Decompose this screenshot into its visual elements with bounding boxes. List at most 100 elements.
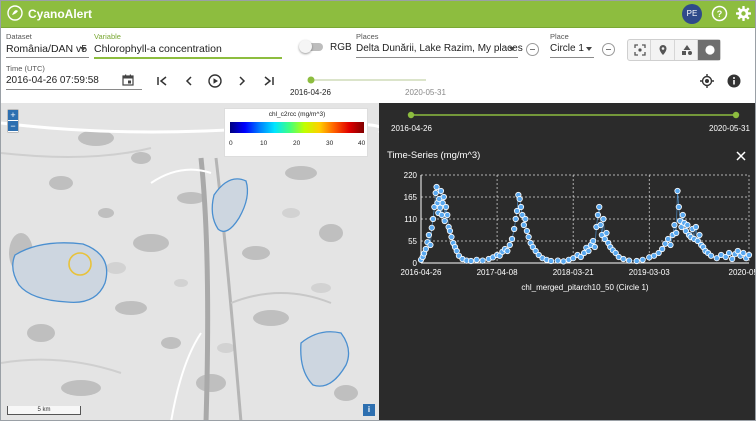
data-point <box>517 203 525 211</box>
color-legend: chl_c2rcc (mg/m^3) 0 10 20 30 40 <box>224 108 368 157</box>
data-point <box>696 231 703 239</box>
map-marker-icon <box>659 45 667 55</box>
data-point <box>560 258 567 265</box>
data-point <box>639 256 646 263</box>
mode-point-button[interactable] <box>651 40 675 60</box>
data-point <box>591 243 598 251</box>
variable-label: Variable <box>94 32 121 41</box>
calendar-icon[interactable] <box>122 74 134 86</box>
data-point <box>523 227 530 235</box>
panel-range-slider[interactable] <box>406 110 741 120</box>
data-point <box>441 217 448 225</box>
time-series-chart[interactable]: 0 55 110 165 220 2016-04-26 2017-04-08 2018-03-… <box>381 165 755 295</box>
y-tick-label: 0 <box>413 259 418 268</box>
crosshair-locate-icon[interactable] <box>700 74 714 88</box>
data-point <box>675 203 682 211</box>
zoom-control: + − <box>7 109 19 133</box>
data-point <box>659 245 666 253</box>
data-point <box>603 229 610 237</box>
data-point <box>740 249 747 257</box>
legend-tick: 30 <box>326 140 334 147</box>
data-point <box>707 252 715 259</box>
y-tick-label: 110 <box>404 215 417 224</box>
mode-select-button[interactable] <box>628 40 652 60</box>
zoom-in-button[interactable]: + <box>8 110 18 121</box>
zoom-out-button[interactable]: − <box>8 121 18 132</box>
rgb-toggle-knob[interactable] <box>299 40 312 53</box>
time-slider-end: 2020-05-31 <box>405 88 446 97</box>
variable-underline <box>94 57 282 59</box>
dataset-label: Dataset <box>6 32 32 41</box>
map-interaction-mode-group <box>627 39 721 61</box>
data-point <box>425 231 432 239</box>
step-forward-icon[interactable] <box>235 74 249 88</box>
play-icon[interactable] <box>208 74 222 88</box>
user-avatar[interactable]: PE <box>682 4 702 24</box>
time-series-title: Time-Series (mg/m^3) <box>387 150 481 161</box>
data-point <box>512 215 519 223</box>
data-point <box>432 189 439 197</box>
shapes-icon <box>681 45 692 55</box>
x-tick-label: 2020-05-31 <box>729 268 755 277</box>
places-select[interactable]: Delta Dunării, Lake Razim, My places <box>356 43 523 54</box>
skip-last-icon[interactable] <box>262 74 276 88</box>
data-point <box>745 251 753 259</box>
info-icon[interactable] <box>727 74 741 88</box>
data-point <box>442 203 450 211</box>
data-point <box>506 241 513 249</box>
dataset-chevron-down-icon[interactable] <box>80 47 86 51</box>
svg-text:?: ? <box>717 9 723 19</box>
time-underline <box>6 89 142 90</box>
y-tick-label: 165 <box>404 193 418 202</box>
close-icon[interactable] <box>736 151 746 161</box>
time-slider[interactable] <box>301 75 436 85</box>
legend-tick: 0 <box>229 140 233 147</box>
place-select[interactable]: Circle 1 <box>550 43 584 54</box>
data-point <box>620 255 627 263</box>
dataset-select[interactable]: România/DAN v5 <box>6 43 87 55</box>
data-point <box>547 257 555 265</box>
mode-polygon-button[interactable] <box>675 40 698 60</box>
select-region-icon <box>634 44 646 56</box>
time-input[interactable]: 2016-04-26 07:59:58 <box>6 75 99 86</box>
legend-title: chl_c2rcc (mg/m^3) <box>268 111 326 118</box>
data-point <box>473 256 480 263</box>
data-point <box>590 237 597 245</box>
y-tick-label: 220 <box>404 171 418 180</box>
map-scale-bar: 5 km <box>7 406 81 415</box>
map-info-button[interactable]: i <box>363 404 375 416</box>
place-label: Place <box>550 32 569 41</box>
place-chevron-down-icon[interactable] <box>586 47 592 51</box>
rgb-label: RGB <box>330 42 352 53</box>
legend-tick: 20 <box>293 140 301 147</box>
settings-gear-icon[interactable] <box>735 5 752 22</box>
variable-select[interactable]: Chlorophyll-a concentration <box>94 43 222 55</box>
data-point <box>511 225 518 233</box>
data-point <box>428 224 435 231</box>
data-point <box>516 195 523 203</box>
mode-circle-button[interactable] <box>697 40 720 60</box>
data-point <box>522 215 529 223</box>
data-point <box>594 211 602 219</box>
time-label: Time (UTC) <box>6 64 45 73</box>
data-point <box>427 241 434 249</box>
x-tick-label: 2016-04-26 <box>401 268 442 277</box>
skip-first-icon[interactable] <box>155 74 169 88</box>
circle-icon <box>705 45 715 55</box>
legend-colorbar <box>230 122 364 133</box>
data-point <box>520 221 527 229</box>
x-axis-label: chl_merged_pitarch10_50 (Circle 1) <box>521 283 649 292</box>
range-start-handle <box>407 111 415 119</box>
remove-place-group-icon[interactable] <box>526 43 539 56</box>
data-point <box>667 241 674 249</box>
help-icon[interactable]: ? <box>711 5 728 22</box>
remove-place-icon[interactable] <box>602 43 615 56</box>
step-back-icon[interactable] <box>182 74 196 88</box>
data-point <box>554 257 561 264</box>
panel-range-start: 2016-04-26 <box>391 124 432 133</box>
rgb-toggle[interactable] <box>299 40 323 53</box>
data-point <box>600 215 607 223</box>
data-point <box>679 211 686 219</box>
places-chevron-down-icon[interactable] <box>509 47 515 51</box>
data-point <box>438 211 445 219</box>
